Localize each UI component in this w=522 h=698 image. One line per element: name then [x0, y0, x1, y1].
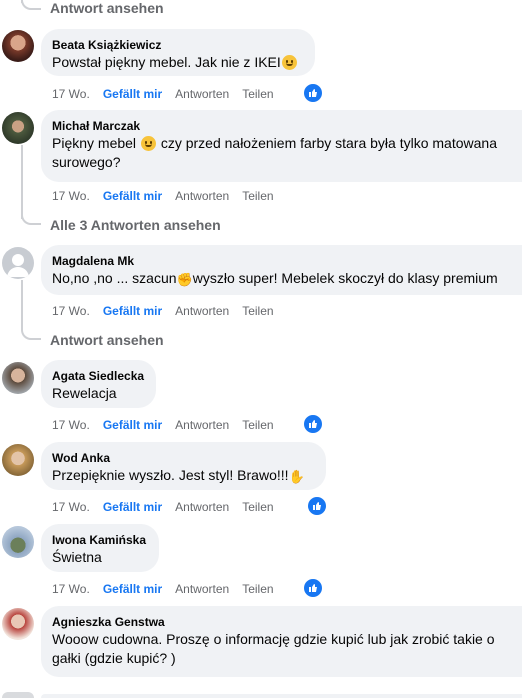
comment-time[interactable]: 17 Wo.	[52, 418, 90, 432]
like-button[interactable]: Gefällt mir	[103, 582, 162, 596]
comment-bubble: Michał Marczak Piękny mebel czy przed na…	[41, 110, 522, 182]
comment-text: Rewelacja	[52, 385, 117, 401]
flexed-biceps-emoji-icon: ✊	[176, 272, 193, 287]
comment-text-line2: surowego?	[52, 154, 121, 170]
avatar[interactable]	[2, 444, 34, 476]
view-reply-link[interactable]: Antwort ansehen	[50, 0, 164, 16]
thread-line	[21, 280, 23, 330]
reply-button[interactable]: Antworten	[175, 500, 229, 514]
like-button[interactable]: Gefällt mir	[103, 418, 162, 432]
reply-button[interactable]: Antworten	[175, 189, 229, 203]
comment-author[interactable]: Agata Siedlecka	[52, 368, 144, 384]
avatar[interactable]	[2, 608, 34, 640]
comment-actions: 17 Wo. Gefällt mir Antworten Teilen	[52, 582, 287, 596]
comment-actions: 17 Wo. Gefällt mir Antworten Teilen	[52, 500, 287, 514]
share-button[interactable]: Teilen	[242, 500, 273, 514]
comment-author[interactable]: Iwona Kamińska	[52, 532, 147, 548]
avatar[interactable]	[2, 692, 34, 698]
comment-author[interactable]: Agnieszka Genstwa	[52, 614, 510, 630]
avatar[interactable]	[2, 112, 34, 144]
share-button[interactable]: Teilen	[242, 418, 273, 432]
like-reaction-icon[interactable]	[302, 413, 324, 435]
comment-text: No,no ,no ... szacun✊wyszło super! Mebel…	[52, 270, 498, 287]
comment-time[interactable]: 17 Wo.	[52, 304, 90, 318]
view-reply-link[interactable]: Antwort ansehen	[50, 332, 164, 348]
comment-actions: 17 Wo. Gefällt mir Antworten Teilen	[52, 418, 287, 432]
comment-bubble: Wod Anka Przepięknie wyszło. Jest styl! …	[41, 442, 326, 490]
like-reaction-icon[interactable]	[306, 495, 328, 517]
comment-text-line2: gałki (gdzie kupić? )	[52, 650, 176, 666]
avatar[interactable]	[2, 526, 34, 558]
comment-author[interactable]: Beata Książkiewicz	[52, 37, 303, 53]
comment-bubble	[41, 694, 522, 698]
comment-time[interactable]: 17 Wo.	[52, 582, 90, 596]
comment-text: Piękny mebel czy przed nałożeniem farby …	[52, 135, 497, 151]
reply-button[interactable]: Antworten	[175, 87, 229, 101]
clapping-hands-emoji-icon: ✋	[288, 469, 305, 484]
comment-text: Świetna	[52, 549, 102, 565]
comment-text: Przepięknie wyszło. Jest styl! Brawo!!!✋	[52, 467, 305, 484]
thread-elbow	[21, 330, 41, 340]
view-all-replies-link[interactable]: Alle 3 Antworten ansehen	[50, 217, 221, 233]
comment-author[interactable]: Wod Anka	[52, 450, 314, 466]
thread-elbow	[21, 0, 41, 10]
comment-time[interactable]: 17 Wo.	[52, 189, 90, 203]
like-reaction-icon[interactable]	[302, 82, 324, 104]
comment-bubble: Beata Książkiewicz Powstał piękny mebel.…	[41, 29, 315, 76]
comment-time[interactable]: 17 Wo.	[52, 87, 90, 101]
thread-line	[21, 145, 23, 219]
comment-text: Wooow cudowna. Proszę o informację gdzie…	[52, 631, 495, 647]
comment-text: Powstał piękny mebel. Jak nie z IKEI	[52, 53, 303, 72]
share-button[interactable]: Teilen	[242, 304, 273, 318]
like-reaction-icon[interactable]	[302, 577, 324, 599]
avatar[interactable]	[2, 362, 34, 394]
share-button[interactable]: Teilen	[242, 189, 273, 203]
comment-bubble: Agnieszka Genstwa Wooow cudowna. Proszę …	[41, 606, 522, 677]
share-button[interactable]: Teilen	[242, 87, 273, 101]
thread-elbow	[21, 215, 41, 225]
comment-author[interactable]: Michał Marczak	[52, 118, 510, 134]
reply-button[interactable]: Antworten	[175, 418, 229, 432]
comment-actions: 17 Wo. Gefällt mir Antworten Teilen	[52, 304, 287, 318]
like-button[interactable]: Gefällt mir	[103, 304, 162, 318]
comment-bubble: Iwona Kamińska Świetna	[41, 524, 159, 572]
comment-actions: 17 Wo. Gefällt mir Antworten Teilen	[52, 189, 287, 203]
comment-bubble: Magdalena Mk No,no ,no ... szacun✊wyszło…	[41, 245, 522, 295]
comment-actions: 17 Wo. Gefällt mir Antworten Teilen	[52, 87, 287, 101]
default-avatar-icon	[7, 254, 29, 277]
smile-emoji-icon	[140, 136, 156, 151]
reply-button[interactable]: Antworten	[175, 304, 229, 318]
share-button[interactable]: Teilen	[242, 582, 273, 596]
avatar[interactable]	[2, 30, 34, 62]
smile-emoji-icon	[281, 55, 297, 70]
like-button[interactable]: Gefällt mir	[103, 87, 162, 101]
reply-button[interactable]: Antworten	[175, 582, 229, 596]
comment-time[interactable]: 17 Wo.	[52, 500, 90, 514]
comment-author[interactable]: Magdalena Mk	[52, 253, 510, 269]
like-button[interactable]: Gefällt mir	[103, 189, 162, 203]
avatar[interactable]	[2, 247, 34, 279]
comment-bubble: Agata Siedlecka Rewelacja	[41, 360, 156, 408]
like-button[interactable]: Gefällt mir	[103, 500, 162, 514]
